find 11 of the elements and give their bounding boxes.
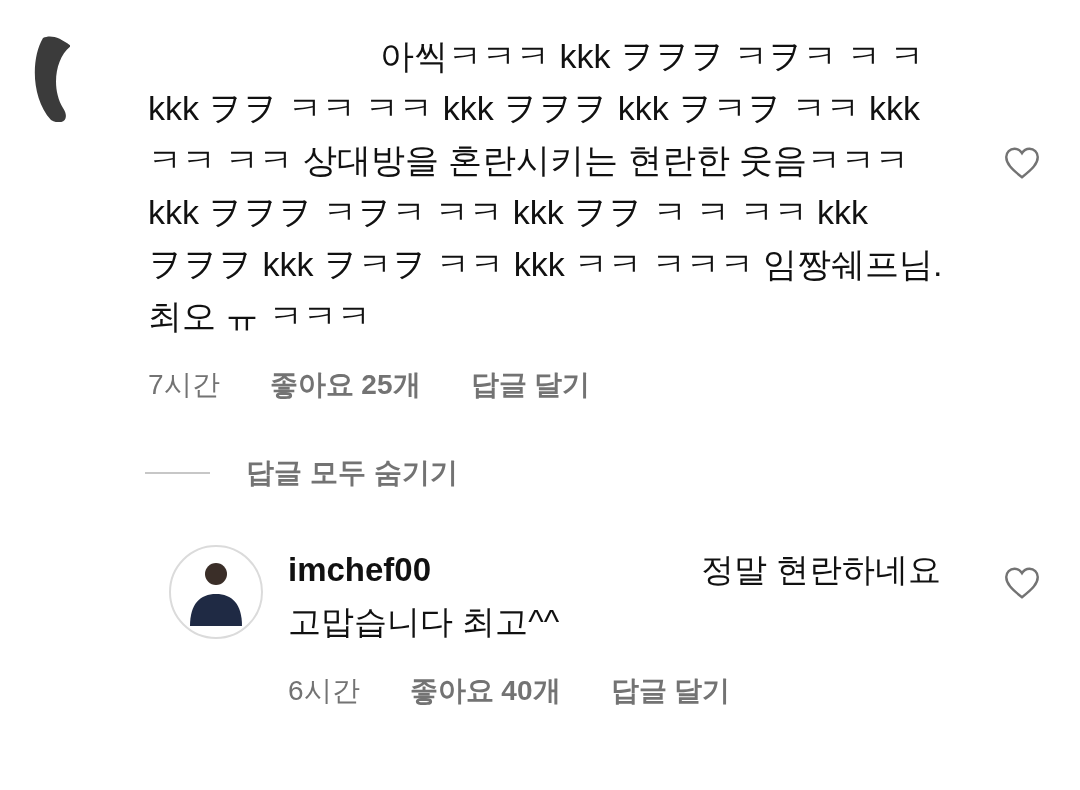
reply-link[interactable]: 답글 달기 [610,670,731,712]
reply-text: imchef00 정말 현란하네요 고맙습니다 최고^^ [288,550,943,642]
likes-count[interactable]: 좋아요 25개 [269,364,421,406]
reply-link[interactable]: 답글 달기 [470,364,591,406]
heart-icon[interactable] [1004,566,1040,600]
heart-icon[interactable] [1004,146,1040,180]
comment-time: 7시간 [148,368,220,402]
hide-replies-button[interactable]: 답글 모두 숨기기 [246,452,458,494]
comment-text: 아씩ㅋㅋㅋ kkk ヲヲヲ ㅋヲㅋ ㅋ ㅋ kkk ヲヲ ㅋㅋ ㅋㅋ kkk ヲヲヲ kkk ヲㅋヲ ㅋㅋ kkk ㅋㅋ ㅋㅋ 상대방을 혼란시키는 현란한 웃음ㅋㅋㅋ kkk ヲヲヲ ㅋヲㅋ ㅋㅋ kkk ヲヲ ㅋ ㅋ ㅋㅋ kkk ヲヲヲ kkk ヲㅋヲ ㅋㅋ kkk ㅋㅋ ㅋㅋㅋ 임짱쉐프님.최오 ㅠ ㅋㅋㅋ [148,36,944,337]
comment-time: 6시간 [288,674,360,708]
likes-count[interactable]: 좋아요 40개 [409,670,561,712]
